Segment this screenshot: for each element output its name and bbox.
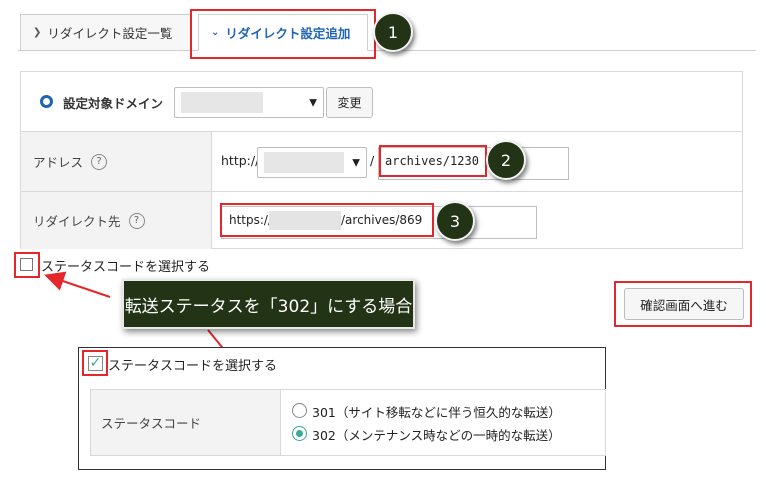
- radio-301[interactable]: [292, 403, 307, 418]
- status-code-table: ステータスコード 301（サイト移転などに伴う恒久的な転送） 302（メンテナン…: [90, 389, 606, 456]
- example-checkbox-label: ステータスコードを選択する: [108, 359, 278, 374]
- arrow-to-checkbox: [44, 271, 111, 298]
- option-301-label: 301（サイト移転などに伴う恒久的な転送）: [312, 405, 561, 420]
- radio-302-selected[interactable]: [292, 426, 307, 441]
- callout-302-case: 転送ステータスを「302」にする場合: [122, 279, 415, 329]
- status-code-label: ステータスコード: [91, 390, 281, 455]
- highlight-box-checked: [82, 350, 108, 376]
- status-example-panel: ✓ ステータスコードを選択する ステータスコード 301（サイト移転などに伴う恒…: [78, 347, 606, 470]
- option-302-label: 302（メンテナンス時などの一時的な転送）: [312, 428, 561, 443]
